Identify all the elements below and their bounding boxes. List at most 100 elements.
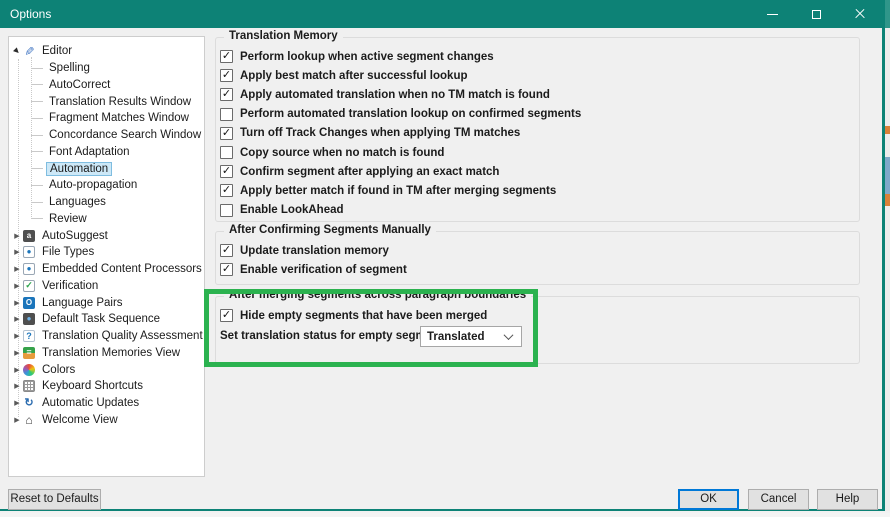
checkbox[interactable]: ✓: [220, 127, 233, 140]
checkbox-row: ✓Apply better match if found in TM after…: [220, 181, 859, 200]
sidebar-item-autosuggest[interactable]: ▶AutoSuggest: [9, 227, 204, 244]
sidebar-item-label: File Types: [39, 246, 97, 258]
sidebar-item-label: Colors: [39, 364, 78, 376]
checkbox-row: Enable LookAhead: [220, 201, 859, 220]
tree-expander-icon[interactable]: ▶: [11, 382, 23, 390]
sidebar-item-welcome-view[interactable]: ▶Welcome View: [9, 412, 204, 429]
checkbox[interactable]: ✓: [220, 244, 233, 257]
tree-expander-icon[interactable]: ▶: [11, 416, 23, 424]
checkbox[interactable]: ✓: [220, 88, 233, 101]
checkbox[interactable]: [220, 146, 233, 159]
checkbox[interactable]: ✓: [220, 165, 233, 178]
sidebar-item-label: Keyboard Shortcuts: [39, 380, 146, 392]
screen: Options ▶EditorSpellingAutoCorrectTransl…: [0, 0, 890, 517]
sidebar-item-fragment-matches-window[interactable]: Fragment Matches Window: [9, 110, 204, 127]
sidebar-item-review[interactable]: Review: [9, 211, 204, 228]
checkbox-row: Copy source when no match is found: [220, 143, 859, 162]
options-dialog: Options ▶EditorSpellingAutoCorrectTransl…: [0, 0, 885, 511]
checkbox[interactable]: [220, 204, 233, 217]
checkbox-row: ✓ Apply automated translation when no TM …: [220, 85, 859, 104]
checkbox[interactable]: ✓: [220, 263, 233, 276]
group-after-confirming-segments: After Confirming Segments Manually ✓Upda…: [215, 231, 860, 285]
checkbox-label: Confirm segment after applying an exact …: [240, 166, 499, 178]
sidebar-item-label: Translation Memories View: [39, 347, 183, 359]
updates-icon: [23, 397, 35, 409]
sidebar-item-autocorrect[interactable]: AutoCorrect: [9, 77, 204, 94]
chevron-down-icon: [504, 330, 514, 340]
ok-button[interactable]: OK: [678, 489, 739, 510]
sidebar-item-concordance-search-window[interactable]: Concordance Search Window: [9, 127, 204, 144]
checkbox[interactable]: ✓: [220, 184, 233, 197]
tree-expander-icon[interactable]: ▶: [11, 282, 23, 290]
sidebar-item-languages[interactable]: Languages: [9, 194, 204, 211]
sidebar-item-embedded-content-processors[interactable]: ▶ Embedded Content Processors: [9, 261, 204, 278]
keyboard-icon: [23, 380, 35, 392]
sidebar-item-editor[interactable]: ▶Editor: [9, 43, 204, 60]
tree-expander-icon[interactable]: ▶: [11, 332, 23, 340]
pencil-icon: [23, 45, 35, 57]
embedded-content-icon: [23, 263, 35, 275]
help-button[interactable]: Help: [817, 489, 878, 510]
maximize-button[interactable]: [794, 0, 838, 28]
sidebar-item-label: Editor: [39, 45, 75, 57]
minimize-button[interactable]: [750, 0, 794, 28]
checkbox-row: ✓ Apply best match after successful looku…: [220, 66, 859, 85]
sidebar-item-label: Font Adaptation: [46, 146, 133, 158]
sidebar-item-translation-results-window[interactable]: Translation Results Window: [9, 93, 204, 110]
cancel-button[interactable]: Cancel: [748, 489, 809, 510]
sidebar-item-label: Embedded Content Processors: [39, 263, 205, 275]
colors-icon: [23, 364, 35, 376]
group-after-merging-segments: After merging segments across paragraph …: [215, 296, 860, 364]
checkbox-label: Apply best match after successful lookup: [240, 70, 468, 82]
checkbox[interactable]: [220, 108, 233, 121]
tree-expander-icon[interactable]: ▶: [11, 299, 23, 307]
checkbox[interactable]: ✓: [220, 69, 233, 82]
checkbox[interactable]: ✓: [220, 50, 233, 63]
sidebar-item-automatic-updates[interactable]: ▶Automatic Updates: [9, 395, 204, 412]
checkbox[interactable]: ✓: [220, 309, 233, 322]
group-translation-memory: Translation Memory ✓Perform lookup when …: [215, 37, 860, 222]
welcome-icon: [23, 414, 35, 426]
sidebar-item-label: Auto-propagation: [46, 179, 140, 191]
language-pairs-icon: [23, 297, 35, 309]
checkbox-label: Enable verification of segment: [240, 264, 407, 276]
tree-expander-icon[interactable]: ▶: [11, 315, 23, 323]
sidebar-item-automation[interactable]: Automation: [9, 160, 204, 177]
checkbox-label: Perform automated translation lookup on …: [240, 108, 581, 120]
verification-icon: [23, 280, 35, 292]
translation-status-select[interactable]: Translated: [420, 326, 522, 347]
tree-expander-icon[interactable]: ▶: [11, 349, 23, 357]
sidebar-item-translation-memories-view[interactable]: ▶ Translation Memories View: [9, 345, 204, 362]
reset-to-defaults-button[interactable]: Reset to Defaults: [8, 489, 101, 510]
sidebar-item-label: AutoCorrect: [46, 79, 113, 91]
sidebar-item-label: Language Pairs: [39, 297, 126, 309]
sidebar-item-keyboard-shortcuts[interactable]: ▶ Keyboard Shortcuts: [9, 378, 204, 395]
sidebar-item-font-adaptation[interactable]: Font Adaptation: [9, 144, 204, 161]
sidebar-item-spelling[interactable]: Spelling: [9, 60, 204, 77]
tree-expander-icon[interactable]: ▶: [11, 265, 23, 273]
dialog-title: Options: [10, 7, 51, 21]
checkbox-label: Perform lookup when active segment chang…: [240, 51, 494, 63]
background-blue-strip: [885, 157, 890, 194]
sidebar-item-label: Default Task Sequence: [39, 313, 163, 325]
sidebar-tree: ▶EditorSpellingAutoCorrectTranslation Re…: [9, 37, 204, 428]
tree-expander-icon[interactable]: ▶: [11, 248, 23, 256]
sidebar-item-default-task-sequence[interactable]: ▶ Default Task Sequence: [9, 311, 204, 328]
tree-expander-icon[interactable]: ▶: [11, 399, 23, 407]
sidebar-item-file-types[interactable]: ▶ File Types: [9, 244, 204, 261]
tree-expander-icon[interactable]: ▶: [11, 366, 23, 374]
checkbox-label: Turn off Track Changes when applying TM …: [240, 127, 520, 139]
tree-expander-icon[interactable]: ▶: [11, 232, 23, 240]
checkbox-label: Apply automated translation when no TM m…: [240, 89, 550, 101]
sidebar-item-label: Review: [46, 213, 90, 225]
checkbox-list: ✓ Perform lookup when active segment chan…: [216, 47, 859, 220]
sidebar-item-translation-quality-assessment[interactable]: ▶Translation Quality Assessment: [9, 328, 204, 345]
sidebar-item-colors[interactable]: ▶ Colors: [9, 361, 204, 378]
checkbox-row: Perform automated translation lookup on …: [220, 105, 859, 124]
background-titlebar-strip: [885, 0, 890, 28]
quality-assessment-icon: [23, 330, 35, 342]
sidebar-item-verification[interactable]: ▶Verification: [9, 278, 204, 295]
sidebar-item-language-pairs[interactable]: ▶ Language Pairs: [9, 294, 204, 311]
sidebar-item-auto-propagation[interactable]: Auto-propagation: [9, 177, 204, 194]
close-button[interactable]: [838, 0, 882, 28]
